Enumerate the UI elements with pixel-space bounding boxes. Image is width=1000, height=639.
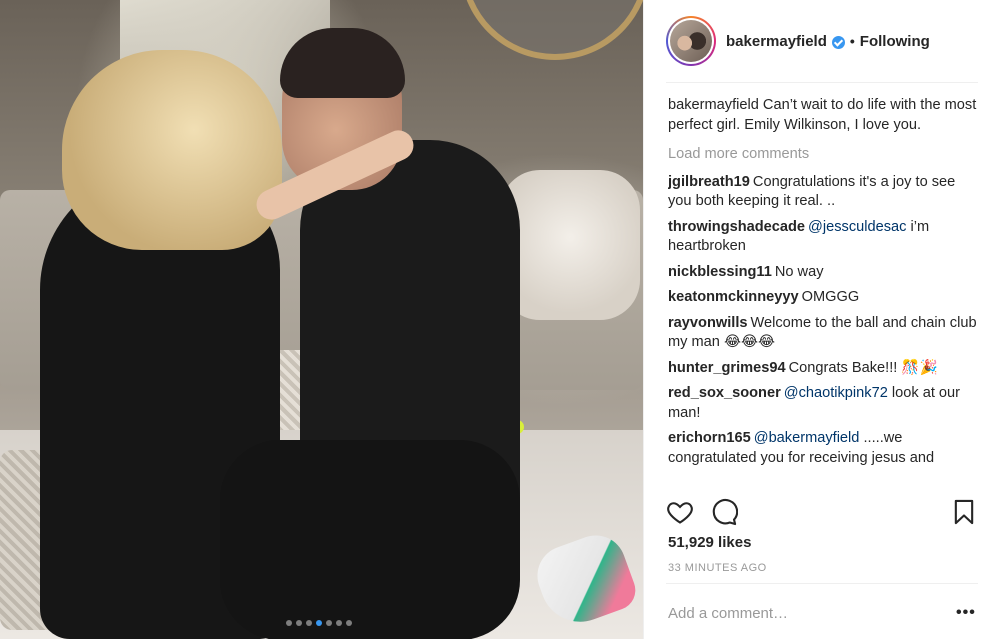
author-username[interactable]: bakermayfield (726, 33, 827, 50)
likes-count[interactable]: 51,929 likes (668, 534, 751, 551)
comment-username[interactable]: erichorn165 (668, 430, 751, 446)
caption-username[interactable]: bakermayfield (668, 97, 759, 113)
load-more-comments-button[interactable]: Load more comments (668, 145, 978, 165)
carousel-dot[interactable] (316, 620, 322, 626)
bookmark-icon[interactable] (950, 498, 978, 526)
photo-man-leg (220, 440, 520, 639)
action-bar (666, 498, 978, 528)
carousel-dot[interactable] (346, 620, 352, 626)
comment-item: erichorn165 @bakermayfield .....we congra… (668, 429, 978, 468)
comment-mention[interactable]: @jessculdesac (808, 219, 906, 235)
comment-username[interactable]: nickblessing11 (668, 264, 772, 280)
comment-divider (666, 583, 978, 584)
comment-text: OMGGG (801, 289, 860, 305)
post-timestamp[interactable]: 33 MINUTES AGO (668, 562, 767, 574)
following-button[interactable]: Following (860, 33, 930, 50)
post-caption: bakermayfield Can’t wait to do life with… (668, 96, 978, 135)
comment-username[interactable]: keatonmckinneyyy (668, 289, 799, 305)
carousel-dot[interactable] (326, 620, 332, 626)
speech-bubble-icon[interactable] (710, 498, 738, 526)
photo-man-hair (280, 28, 405, 98)
carousel-indicator (286, 620, 352, 626)
post-header: bakermayfield • Following (644, 0, 1000, 82)
comment-text: Congrats Bake!!! 🎊🎉 (788, 359, 938, 376)
comment-text: No way (774, 263, 824, 280)
comment-item: keatonmckinneyyy OMGGG (668, 288, 978, 308)
carousel-dot[interactable] (296, 620, 302, 626)
add-comment-input[interactable] (668, 603, 928, 623)
comment-item: nickblessing11 No way (668, 263, 978, 283)
comment-username[interactable]: throwingshadecade (668, 219, 805, 235)
carousel-dot[interactable] (306, 620, 312, 626)
verified-badge-icon (831, 35, 845, 49)
comment-mention[interactable]: @bakermayfield (754, 430, 860, 446)
comment-item: rayvonwills Welcome to the ball and chain… (668, 314, 978, 353)
header-separator: • (849, 33, 855, 49)
more-options-button[interactable]: ••• (956, 604, 976, 622)
photo-mirror (460, 0, 643, 60)
instagram-post: bakermayfield • Following bakermayfield … (0, 0, 1000, 639)
header-divider (666, 82, 978, 83)
photo-pillow (500, 170, 640, 320)
comment-entries: jgilbreath19 Congratulations it's a joy t… (668, 173, 978, 469)
post-photo[interactable] (0, 0, 643, 639)
avatar-frame (668, 18, 714, 64)
comment-item: jgilbreath19 Congratulations it's a joy t… (668, 173, 978, 212)
comment-item: hunter_grimes94 Congrats Bake!!! 🎊🎉 (668, 359, 978, 379)
comment-username[interactable]: rayvonwills (668, 315, 748, 331)
carousel-dot[interactable] (286, 620, 292, 626)
post-side-panel: bakermayfield • Following bakermayfield … (643, 0, 1000, 639)
avatar-image (670, 20, 712, 62)
comment-item: throwingshadecade @jessculdesac i’m heart… (668, 218, 978, 257)
comment-username[interactable]: jgilbreath19 (668, 174, 750, 190)
comment-username[interactable]: red_sox_sooner (668, 385, 781, 401)
carousel-dot[interactable] (336, 620, 342, 626)
photo-woman-hair (62, 50, 282, 250)
comment-item: red_sox_sooner @chaotikpink72 look at our… (668, 384, 978, 423)
comment-mention[interactable]: @chaotikpink72 (784, 385, 888, 401)
comments-list[interactable]: bakermayfield Can’t wait to do life with… (668, 96, 978, 486)
heart-icon[interactable] (666, 498, 694, 526)
comment-username[interactable]: hunter_grimes94 (668, 360, 786, 376)
author-avatar[interactable] (666, 16, 716, 66)
